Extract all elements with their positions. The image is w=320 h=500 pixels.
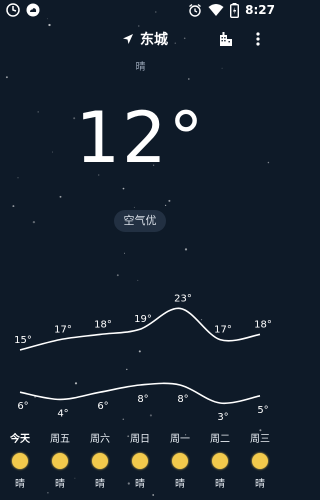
- high-temp-label: 18°: [254, 319, 272, 330]
- low-temp-label: 6°: [97, 401, 108, 412]
- sun-icon: [252, 453, 268, 469]
- cloud-notification-icon: [26, 3, 40, 17]
- day-forecast-3[interactable]: 周日晴: [120, 430, 160, 490]
- day-condition: 晴: [15, 479, 25, 490]
- sun-icon: [52, 453, 68, 469]
- low-temp-label: 5°: [257, 405, 268, 416]
- wifi-icon: [208, 4, 224, 16]
- high-temp-label: 17°: [214, 325, 232, 336]
- day-name: 周三: [250, 434, 270, 445]
- day-forecast-0[interactable]: 今天晴: [0, 430, 40, 490]
- sun-icon: [212, 453, 228, 469]
- star-dot: [155, 11, 157, 13]
- high-temp-label: 18°: [94, 319, 112, 330]
- star-dot: [48, 23, 51, 27]
- header: 东城: [0, 28, 281, 50]
- star-dot: [17, 177, 19, 179]
- day-forecast-2[interactable]: 周六晴: [80, 430, 120, 490]
- day-name: 周五: [50, 434, 70, 445]
- star-dot: [122, 187, 125, 190]
- temperature-forecast-chart: 15° 17° 18° 19° 23° 17° 18° 6° 4° 6° 8° 8° 3° 5°: [14, 293, 272, 420]
- star-dot: [184, 248, 188, 251]
- location-selector[interactable]: 东城: [122, 28, 168, 50]
- high-temp-label: 17°: [54, 325, 72, 336]
- day-name: 周日: [130, 434, 150, 445]
- sun-icon: [172, 453, 188, 469]
- star-dot: [12, 205, 15, 208]
- high-temp-label: 15°: [14, 335, 32, 346]
- day-condition: 晴: [135, 479, 145, 490]
- day-condition: 晴: [255, 479, 265, 490]
- day-condition: 晴: [55, 479, 65, 490]
- alarm-app-icon: [6, 3, 20, 17]
- sun-icon: [132, 453, 148, 469]
- star-dot: [116, 274, 119, 277]
- daily-forecast-row: 今天晴周五晴周六晴周日晴周一晴周二晴周三晴: [0, 430, 281, 490]
- star-dot: [168, 199, 171, 202]
- air-quality-badge[interactable]: 空气优: [114, 210, 166, 232]
- star-dot: [152, 494, 155, 496]
- high-temp-label: 23°: [174, 293, 192, 304]
- high-temp-label: 19°: [134, 314, 152, 325]
- day-condition: 晴: [175, 479, 185, 490]
- day-forecast-6[interactable]: 周三晴: [240, 430, 280, 490]
- day-name: 周二: [210, 434, 230, 445]
- day-name: 周一: [170, 434, 190, 445]
- status-bar-left: [6, 3, 40, 17]
- low-temp-label: 4°: [57, 408, 68, 419]
- star-dot: [47, 492, 49, 494]
- day-forecast-4[interactable]: 周一晴: [160, 430, 200, 490]
- city-buildings-icon[interactable]: [217, 30, 235, 48]
- status-bar-right: 8:27: [188, 2, 275, 18]
- star-dot: [138, 25, 140, 27]
- star-dot: [164, 204, 167, 207]
- low-temp-label: 8°: [137, 394, 148, 405]
- sun-icon: [92, 453, 108, 469]
- star-dot: [59, 195, 62, 198]
- city-name: 东城: [140, 32, 168, 48]
- day-name: 周六: [90, 434, 110, 445]
- day-condition: 晴: [95, 479, 105, 490]
- low-temp-label: 6°: [17, 401, 28, 412]
- star-dot: [5, 76, 8, 79]
- starry-background: [5, 11, 270, 496]
- star-dot: [46, 18, 48, 20]
- day-name: 今天: [10, 434, 30, 445]
- star-dot: [133, 206, 135, 208]
- star-dot: [124, 252, 125, 254]
- location-arrow-icon: [123, 34, 133, 44]
- low-temp-label: 3°: [217, 412, 228, 420]
- day-forecast-1[interactable]: 周五晴: [40, 430, 80, 490]
- day-forecast-5[interactable]: 周二晴: [200, 430, 240, 490]
- current-temperature: 12°: [75, 97, 206, 179]
- star-dot: [32, 220, 36, 224]
- status-time: 8:27: [245, 3, 275, 17]
- star-dot: [187, 78, 190, 80]
- alarm-icon: [189, 3, 202, 17]
- battery-icon: [230, 2, 240, 18]
- more-vertical-icon[interactable]: [252, 30, 264, 48]
- low-temp-label: 8°: [177, 394, 188, 405]
- day-condition: 晴: [215, 479, 225, 490]
- sun-icon: [12, 453, 28, 469]
- current-condition: 晴: [135, 62, 146, 73]
